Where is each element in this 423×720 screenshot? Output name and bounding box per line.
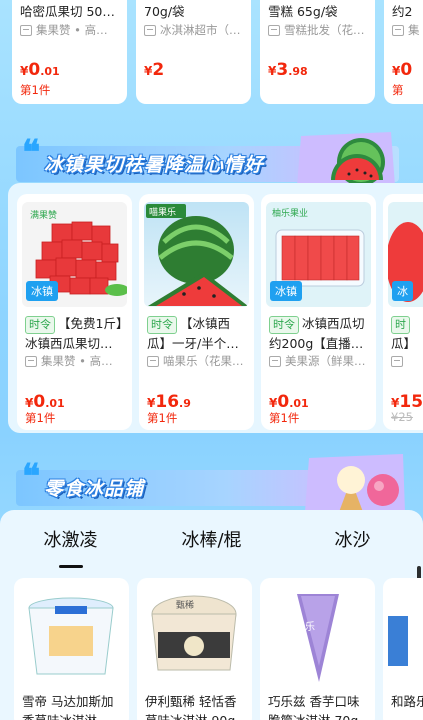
shop-icon	[20, 24, 32, 36]
banner-title: 冰镇果切祛暑降温心情好	[44, 154, 265, 176]
tab-popsicle[interactable]: 冰棒/棍	[141, 510, 282, 572]
product-card[interactable]: 甄稀 伊利甄稀 轻恬香草味冰淇淋 90g	[137, 578, 252, 720]
price: ¥16.9	[147, 392, 191, 412]
shop-icon	[391, 355, 403, 367]
banner-title: 零食冰品铺	[44, 478, 145, 500]
category-tabs[interactable]: 冰激凌 冰棒/棍 冰沙	[0, 510, 423, 572]
section-banner-snacks[interactable]: ❝ 零食冰品铺	[0, 452, 423, 512]
piece-label: 第	[392, 83, 404, 97]
product-title: 70g/袋	[144, 4, 185, 19]
product-image: 柚乐果业 冰镇	[266, 202, 371, 307]
original-price: ¥25	[391, 410, 413, 424]
quote-mark-icon: ❝	[22, 457, 41, 497]
store-name[interactable]: 美果源（鲜果…	[261, 352, 376, 370]
product-card[interactable]: 和路乐天	[383, 578, 423, 720]
price: ¥15	[391, 392, 423, 412]
price: ¥0.01	[20, 60, 60, 80]
product-image	[19, 586, 124, 686]
product-image: 乐	[265, 586, 370, 686]
product-card[interactable]: 70g/袋 冰淇淋超市（… ¥2	[136, 0, 251, 104]
ice-products-panel: 冰激凌 冰棒/棍 冰沙 雪帝 马达加斯加香草味冰淇淋…	[0, 510, 423, 720]
product-title: 雪帝 马达加斯加香草味冰淇淋…	[22, 694, 114, 720]
page: 哈密瓜果切 500… 集果赞 • 高品… ¥0.01 第1件 70g/袋 冰淇淋…	[0, 0, 423, 720]
svg-text:喵果乐: 喵果乐	[149, 206, 176, 218]
price: ¥0.01	[25, 392, 65, 412]
piece-label: 第1件	[20, 83, 51, 97]
store-name[interactable]: 集果赞 • 高品…	[17, 352, 132, 370]
tab-shaved-ice[interactable]: 冰沙	[282, 510, 423, 572]
shop-icon	[25, 355, 37, 367]
fruit-product-row[interactable]: 满果赞 冰镇 时令 【免费1斤】冰镇西瓜果切… 集果赞 • 高品… ¥0.01 …	[17, 194, 423, 430]
product-card[interactable]: 冰 时瓜】 ¥15 ¥25	[383, 194, 423, 430]
price: ¥0.01	[269, 392, 309, 412]
product-image: 喵果乐	[144, 202, 249, 307]
product-card[interactable]: 雪帝 马达加斯加香草味冰淇淋…	[14, 578, 129, 720]
watermelon-icon	[297, 132, 395, 186]
shop-icon	[147, 355, 159, 367]
piece-label: 第1件	[269, 411, 300, 425]
svg-text:乐: 乐	[305, 621, 315, 633]
shop-icon	[392, 24, 404, 36]
store-name[interactable]	[383, 352, 423, 370]
product-card[interactable]: 喵果乐 时令 【冰镇西瓜】一牙/半个… 喵果乐（花果… ¥16.9 第1件	[139, 194, 254, 430]
seasonal-tag: 时令	[269, 316, 299, 334]
shop-icon	[269, 355, 281, 367]
product-title: 巧乐兹 香芋口味脆筒冰淇淋 70g	[268, 694, 360, 720]
price: ¥2	[144, 60, 165, 80]
product-title: 时令 【免费1斤】冰镇西瓜果切…	[25, 316, 123, 351]
product-image: 满果赞 冰镇	[22, 202, 127, 307]
svg-text:满果赞: 满果赞	[30, 209, 57, 221]
quote-mark-icon: ❝	[22, 133, 41, 173]
ice-cream-icon	[305, 454, 405, 512]
seasonal-tag: 时令	[25, 316, 55, 334]
store-name[interactable]: 集	[384, 21, 423, 39]
ice-product-row[interactable]: 雪帝 马达加斯加香草味冰淇淋… 甄稀 伊利甄稀 轻恬香草味冰淇淋 90g	[14, 578, 423, 720]
svg-text:甄稀: 甄稀	[176, 599, 194, 611]
ice-tag: 冰镇	[270, 281, 302, 301]
product-title: 雪糕 65g/袋	[268, 4, 338, 19]
product-title: 伊利甄稀 轻恬香草味冰淇淋 90g	[145, 694, 237, 720]
shop-icon	[268, 24, 280, 36]
product-title: 哈密瓜果切 500…	[20, 4, 123, 19]
seasonal-tag: 时令	[147, 316, 177, 334]
store-name[interactable]: 集果赞 • 高品…	[12, 21, 127, 39]
ice-tag: 冰镇	[26, 281, 58, 301]
svg-text:柚乐果业: 柚乐果业	[272, 207, 308, 219]
piece-label: 第1件	[147, 411, 178, 425]
ice-tag: 冰	[392, 281, 413, 301]
product-title: 时令 冰镇西瓜切约200g【直播…	[269, 316, 365, 351]
product-card[interactable]: 哈密瓜果切 500… 集果赞 • 高品… ¥0.01 第1件	[12, 0, 127, 104]
product-card[interactable]: 柚乐果业 冰镇 时令 冰镇西瓜切约200g【直播… 美果源（鲜果… ¥0.01 第…	[261, 194, 376, 430]
product-image	[388, 586, 423, 686]
store-name[interactable]: 喵果乐（花果…	[139, 352, 254, 370]
price: ¥0	[392, 60, 413, 80]
product-title: 时令 【冰镇西瓜】一牙/半个…	[147, 316, 239, 351]
product-image: 甄稀	[142, 586, 247, 686]
product-title: 时瓜】	[391, 316, 417, 351]
tab-ice-cream[interactable]: 冰激凌	[0, 510, 141, 572]
seasonal-tag: 时	[391, 316, 410, 334]
store-name[interactable]: 冰淇淋超市（…	[136, 21, 251, 39]
product-card[interactable]: 满果赞 冰镇 时令 【免费1斤】冰镇西瓜果切… 集果赞 • 高品… ¥0.01 …	[17, 194, 132, 430]
product-title: 和路乐天	[391, 694, 423, 709]
piece-label: 第1件	[25, 411, 56, 425]
shop-icon	[144, 24, 156, 36]
product-card[interactable]: 乐 巧乐兹 香芋口味脆筒冰淇淋 70g	[260, 578, 375, 720]
top-product-row[interactable]: 哈密瓜果切 500… 集果赞 • 高品… ¥0.01 第1件 70g/袋 冰淇淋…	[12, 0, 423, 106]
product-card[interactable]: 约2 集 ¥0 第	[384, 0, 423, 104]
product-title: 约2	[392, 4, 413, 19]
store-name[interactable]: 雪糕批发（花…	[260, 21, 375, 39]
product-image: 冰	[388, 202, 423, 307]
price: ¥3.98	[268, 60, 308, 80]
product-card[interactable]: 雪糕 65g/袋 雪糕批发（花… ¥3.98	[260, 0, 375, 104]
section-banner-fruit[interactable]: ❝ 冰镇果切祛暑降温心情好	[0, 128, 423, 188]
